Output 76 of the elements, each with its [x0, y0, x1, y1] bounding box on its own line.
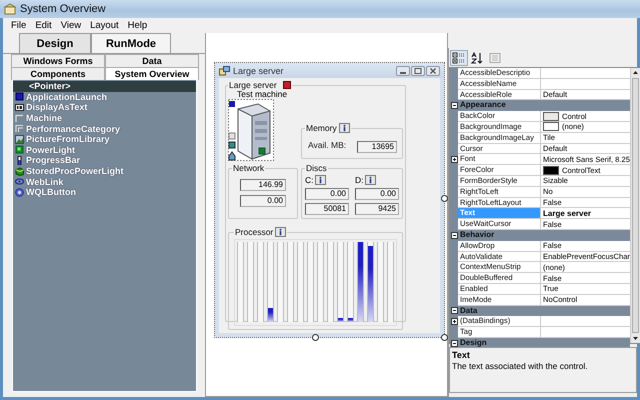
- maximize-icon[interactable]: [411, 66, 425, 76]
- categorized-icon[interactable]: [451, 50, 467, 64]
- group-title: Processor: [235, 227, 274, 237]
- expand-icon[interactable]: [450, 156, 458, 164]
- form-icon: [219, 66, 230, 76]
- toolbox-tab[interactable]: System Overview: [105, 67, 199, 80]
- expand-icon[interactable]: [450, 318, 458, 326]
- menu-item[interactable]: View: [56, 20, 86, 31]
- sort-icon[interactable]: [469, 50, 485, 64]
- resize-handle[interactable]: [441, 334, 448, 341]
- collapse-icon[interactable]: [450, 232, 458, 239]
- collapse-icon[interactable]: [450, 307, 458, 314]
- toolbox-item[interactable]: PowerLight: [13, 144, 196, 156]
- group-title: Large server: [229, 80, 277, 90]
- mode-tab[interactable]: Design: [19, 33, 91, 53]
- toolbox-item[interactable]: StoredProcPowerLight: [13, 166, 196, 176]
- info-button[interactable]: [314, 175, 326, 185]
- indicator-light-icon: [15, 145, 24, 154]
- collapse-icon[interactable]: [450, 340, 458, 347]
- app-icon: [4, 3, 16, 15]
- description-text: The text associated with the control.: [452, 361, 589, 371]
- toolbox-item[interactable]: WQLButton: [13, 186, 196, 198]
- info-button[interactable]: [364, 175, 376, 185]
- property-value[interactable]: Large server: [543, 208, 592, 218]
- computer-tower-drawing: [228, 99, 274, 161]
- menu-item[interactable]: File: [6, 20, 30, 31]
- form-window[interactable]: Large server Large server Test machine Memory Avail. MB: 13695 Network 146.99 0.00 Discs C: 0.00 50081 D: 0.00 9425 Processor: [214, 62, 445, 338]
- resize-handle[interactable]: [441, 195, 448, 202]
- form-title: Large server: [233, 66, 284, 76]
- value-field: 9425: [355, 203, 399, 215]
- value-field: 0.00: [355, 188, 399, 200]
- toolbox-tab[interactable]: Windows Forms: [11, 54, 105, 67]
- info-button[interactable]: [275, 227, 286, 237]
- scroll-thumb[interactable]: [632, 78, 639, 333]
- drive-label: D:: [355, 175, 364, 185]
- group-title: Discs: [306, 163, 327, 173]
- toolbox-tab[interactable]: Data: [105, 54, 199, 67]
- group-title: Memory: [306, 123, 337, 133]
- image-icon: [15, 134, 24, 144]
- info-button[interactable]: [338, 123, 350, 133]
- toolbox-item[interactable]: PerformanceCategory: [13, 123, 196, 134]
- machine-label: Test machine: [237, 90, 288, 99]
- field-label: Avail. MB:: [308, 140, 346, 150]
- toolbox-item[interactable]: PictureFromLibrary: [13, 134, 196, 145]
- menu-item[interactable]: Help: [122, 20, 152, 31]
- status-light-icon: [282, 81, 291, 89]
- square-icon: [15, 92, 24, 102]
- menu-item[interactable]: Edit: [30, 20, 56, 31]
- value-field: 50081: [305, 203, 349, 215]
- group-title: Network: [233, 163, 264, 173]
- toolbox-item[interactable]: ProgressBar: [13, 155, 196, 166]
- number-box-icon: [15, 102, 24, 112]
- value-field: 13695: [357, 141, 397, 153]
- value-field: 146.99: [240, 179, 286, 191]
- resize-handle[interactable]: [312, 334, 319, 341]
- toolbox-tab[interactable]: Components: [11, 67, 105, 80]
- minimize-icon[interactable]: [396, 66, 410, 76]
- window-title: System Overview: [20, 3, 106, 15]
- description-title: Text: [452, 350, 471, 360]
- nested-frame-icon: [15, 124, 24, 134]
- value-field: 0.00: [305, 188, 349, 200]
- collapse-icon[interactable]: [450, 102, 458, 110]
- toolbox-item[interactable]: DisplayAsText: [13, 102, 196, 113]
- toolbox-item[interactable]: Machine: [13, 112, 196, 124]
- toolbox-item[interactable]: WebLink: [13, 176, 196, 187]
- toolbox-item[interactable]: ApplicationLaunch: [13, 92, 196, 102]
- drive-label: C:: [305, 175, 314, 185]
- cube-icon: [15, 166, 24, 176]
- vertical-bar-icon: [15, 156, 24, 165]
- scrollbar[interactable]: [630, 68, 640, 343]
- frame-icon: [15, 114, 24, 123]
- menu-item[interactable]: Layout: [85, 20, 123, 31]
- toolbox-item[interactable]: <Pointer>: [13, 81, 196, 92]
- value-field: 0.00: [240, 195, 286, 207]
- close-icon[interactable]: [426, 66, 440, 76]
- mode-tab[interactable]: RunMode: [91, 33, 171, 53]
